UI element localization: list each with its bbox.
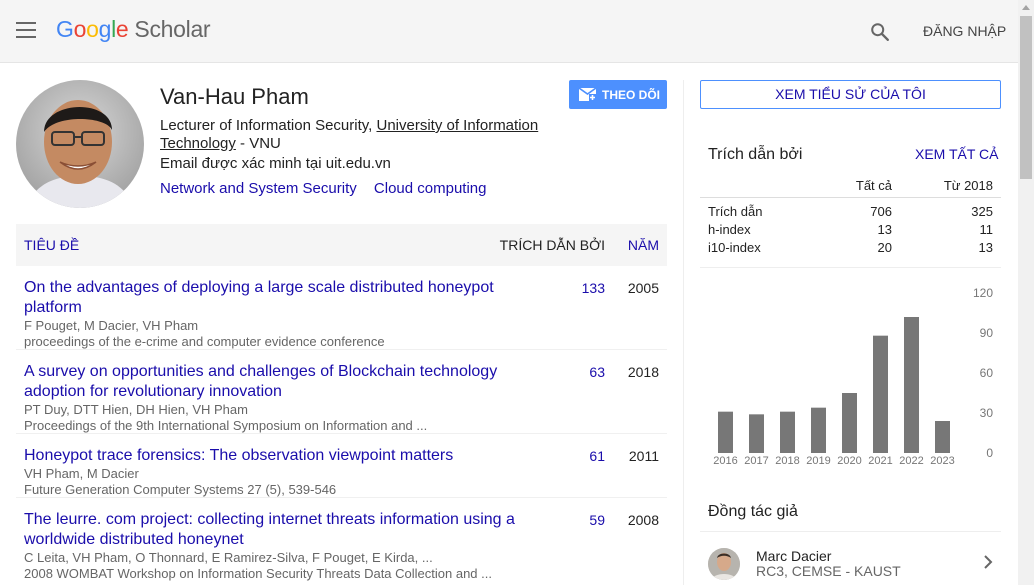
cited-by-count-link[interactable]: 61 bbox=[589, 448, 605, 464]
cited-by-count-link[interactable]: 59 bbox=[589, 512, 605, 528]
article-row: Honeypot trace forensics: The observatio… bbox=[16, 434, 667, 498]
article-title-link[interactable]: Honeypot trace forensics: The observatio… bbox=[24, 446, 524, 466]
view-all-link[interactable]: XEM TẤT CẢ bbox=[915, 146, 999, 162]
article-authors: VH Pham, M Dacier bbox=[24, 466, 139, 481]
interest-link[interactable]: Network and System Security bbox=[160, 180, 357, 197]
citations-per-year-chart: 0 30 60 90 120 2016 2017 2018 2019 2020 2021 2022 20… bbox=[713, 286, 994, 467]
x-tick-label: 2019 bbox=[806, 455, 830, 467]
search-icon[interactable] bbox=[869, 21, 891, 43]
stats-col-all: Tất cả bbox=[855, 178, 892, 193]
stats-row: Trích dẫn 706 325 bbox=[700, 204, 1001, 222]
stats-value-all: 13 bbox=[877, 222, 892, 237]
article-row: The leurre. com project: collecting inte… bbox=[16, 498, 667, 582]
y-tick-label: 90 bbox=[980, 326, 994, 340]
google-scholar-logo[interactable]: Google Scholar bbox=[56, 16, 211, 43]
scroll-up-arrow-icon[interactable] bbox=[1022, 5, 1030, 10]
profile-avatar bbox=[16, 80, 144, 208]
article-venue: proceedings of the e-crime and computer … bbox=[24, 334, 385, 349]
cited-by-count-link[interactable]: 133 bbox=[582, 280, 605, 296]
cited-by-column-header: TRÍCH DẪN BỞI bbox=[499, 237, 605, 253]
article-year: 2005 bbox=[627, 280, 659, 296]
sign-in-button[interactable]: ĐĂNG NHẬP bbox=[923, 23, 1006, 39]
chart-bar[interactable] bbox=[718, 411, 733, 453]
article-row: A survey on opportunities and challenges… bbox=[16, 350, 667, 434]
x-tick-label: 2017 bbox=[744, 455, 768, 467]
chart-bar[interactable] bbox=[811, 407, 826, 453]
cited-by-count-link[interactable]: 63 bbox=[589, 364, 605, 380]
article-year: 2018 bbox=[627, 364, 659, 380]
chart-bar[interactable] bbox=[873, 335, 888, 453]
y-tick-label: 120 bbox=[973, 286, 993, 300]
articles-table-header: TIÊU ĐỀ TRÍCH DẪN BỞI NĂM bbox=[16, 224, 667, 266]
section-divider bbox=[700, 531, 1001, 532]
stats-row: i10-index 20 13 bbox=[700, 240, 1001, 258]
stats-header-row: Tất cả Từ 2018 bbox=[700, 178, 1001, 198]
cited-by-heading: Trích dẫn bởi bbox=[708, 146, 803, 163]
article-title-link[interactable]: On the advantages of deploying a large s… bbox=[24, 278, 524, 318]
follow-label: THEO DÕI bbox=[602, 88, 661, 102]
article-row: On the advantages of deploying a large s… bbox=[16, 266, 667, 350]
chevron-right-icon bbox=[984, 555, 993, 569]
hamburger-menu-icon[interactable] bbox=[16, 22, 38, 40]
y-tick-label: 60 bbox=[980, 366, 994, 380]
profile-name: Van-Hau Pham bbox=[160, 84, 309, 109]
chart-bar[interactable] bbox=[935, 421, 950, 453]
verified-email: Email được xác minh tại uit.edu.vn bbox=[160, 155, 391, 172]
affiliation-suffix: - VNU bbox=[235, 135, 281, 152]
column-divider bbox=[683, 80, 684, 585]
coauthor-name: Marc Dacier bbox=[756, 548, 832, 564]
x-tick-label: 2023 bbox=[930, 455, 954, 467]
vertical-scrollbar[interactable] bbox=[1018, 0, 1034, 585]
coauthor-item[interactable]: Marc Dacier RC3, CEMSE - KAUST bbox=[700, 540, 1001, 585]
stats-value-since: 11 bbox=[979, 222, 994, 237]
article-venue: 2008 WOMBAT Workshop on Information Secu… bbox=[24, 566, 492, 581]
section-divider bbox=[700, 267, 1001, 268]
article-year: 2008 bbox=[627, 512, 659, 528]
x-tick-label: 2018 bbox=[775, 455, 799, 467]
stats-value-all: 706 bbox=[870, 204, 892, 219]
follow-button[interactable]: THEO DÕI bbox=[569, 80, 667, 109]
article-year: 2011 bbox=[628, 448, 659, 464]
article-authors: PT Duy, DTT Hien, DH Hien, VH Pham bbox=[24, 402, 248, 417]
sort-by-year[interactable]: NĂM bbox=[628, 237, 659, 253]
y-tick-label: 0 bbox=[986, 446, 993, 460]
chart-bar[interactable] bbox=[904, 317, 919, 453]
article-title-link[interactable]: A survey on opportunities and challenges… bbox=[24, 362, 524, 402]
stats-value-since: 325 bbox=[971, 204, 993, 219]
chart-bar[interactable] bbox=[780, 411, 795, 453]
stats-label: h-index bbox=[708, 222, 751, 237]
view-my-profile-button[interactable]: XEM TIỂU SỬ CỦA TÔI bbox=[700, 80, 1001, 109]
stats-label: i10-index bbox=[708, 240, 761, 255]
x-tick-label: 2016 bbox=[713, 455, 737, 467]
stats-row: h-index 13 11 bbox=[700, 222, 1001, 240]
chart-bar[interactable] bbox=[749, 414, 764, 453]
profile-affiliation: Lecturer of Information Security, Univer… bbox=[160, 117, 570, 153]
research-interests: Network and System Security Cloud comput… bbox=[160, 180, 500, 197]
sort-by-title[interactable]: TIÊU ĐỀ bbox=[24, 237, 79, 253]
article-venue: Proceedings of the 9th International Sym… bbox=[24, 418, 428, 433]
coauthors-heading: Đồng tác giả bbox=[708, 503, 798, 520]
top-app-bar: Google Scholar ĐĂNG NHẬP bbox=[0, 0, 1018, 63]
chart-bar[interactable] bbox=[842, 393, 857, 453]
stats-label: Trích dẫn bbox=[708, 204, 763, 219]
mail-icon bbox=[579, 88, 596, 101]
y-tick-label: 30 bbox=[980, 406, 994, 420]
x-tick-label: 2020 bbox=[837, 455, 861, 467]
affiliation-prefix: Lecturer of Information Security, bbox=[160, 117, 377, 134]
article-authors: C Leita, VH Pham, O Thonnard, E Ramirez-… bbox=[24, 550, 433, 565]
stats-value-since: 13 bbox=[978, 240, 993, 255]
stats-value-all: 20 bbox=[877, 240, 892, 255]
coauthor-avatar bbox=[708, 548, 740, 580]
interest-link[interactable]: Cloud computing bbox=[374, 180, 487, 197]
article-title-link[interactable]: The leurre. com project: collecting inte… bbox=[24, 510, 524, 550]
scrollbar-thumb[interactable] bbox=[1020, 16, 1032, 179]
x-tick-label: 2021 bbox=[868, 455, 892, 467]
stats-col-since: Từ 2018 bbox=[943, 178, 993, 193]
article-authors: F Pouget, M Dacier, VH Pham bbox=[24, 318, 199, 333]
article-venue: Future Generation Computer Systems 27 (5… bbox=[24, 482, 337, 497]
coauthor-affiliation: RC3, CEMSE - KAUST bbox=[756, 563, 901, 579]
x-tick-label: 2022 bbox=[899, 455, 923, 467]
